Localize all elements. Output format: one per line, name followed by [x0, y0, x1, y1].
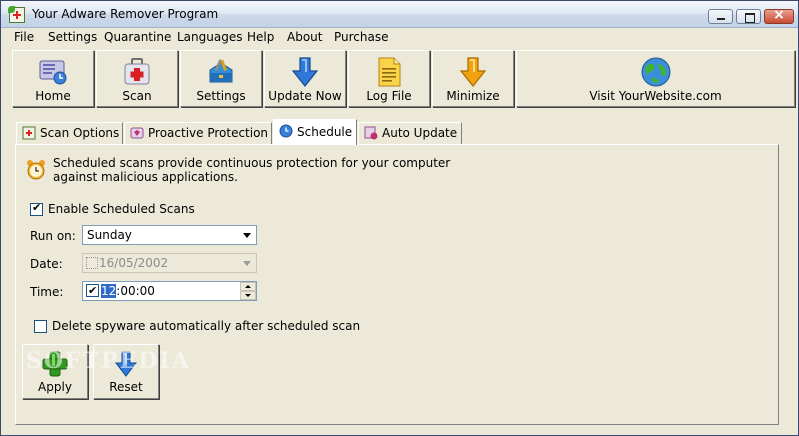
calendar-dropdown-icon[interactable] — [239, 255, 255, 271]
chevron-down-icon[interactable] — [239, 227, 255, 243]
menu-languages[interactable]: Languages — [175, 29, 244, 46]
maximize-window-button[interactable] — [736, 9, 761, 24]
minimize-arrow-icon — [459, 57, 487, 87]
log-file-button[interactable]: Log File — [348, 50, 430, 107]
app-icon — [8, 6, 25, 23]
reset-button[interactable]: Reset — [93, 344, 159, 399]
menu-help[interactable]: Help — [245, 29, 276, 46]
toolbar: Home Scan Settings Update Now Log File M… — [1, 48, 798, 109]
log-file-label: Log File — [366, 89, 412, 103]
tab-auto-update[interactable]: Auto Update — [358, 122, 462, 144]
enable-scheduled-scans-checkbox[interactable] — [30, 201, 43, 216]
globe-icon — [641, 57, 670, 87]
reset-arrow-icon — [114, 351, 138, 377]
close-window-button[interactable] — [764, 7, 794, 24]
tab-scan-options-label: Scan Options — [40, 126, 120, 140]
time-spinner[interactable] — [240, 282, 256, 300]
document-icon — [378, 57, 401, 87]
visit-website-label: Visit YourWebsite.com — [589, 89, 722, 103]
time-checkbox[interactable] — [86, 282, 99, 300]
menu-file[interactable]: File — [12, 29, 36, 46]
reset-label: Reset — [109, 380, 143, 394]
home-label: Home — [35, 89, 71, 103]
delete-spyware-label: Delete spyware automatically after sched… — [52, 319, 361, 333]
apply-button[interactable]: Apply — [22, 344, 88, 399]
update-now-label: Update Now — [268, 89, 342, 103]
time-label: Time: — [30, 285, 64, 299]
schedule-description: Scheduled scans provide continuous prote… — [53, 156, 553, 184]
window-title: Your Adware Remover Program — [32, 7, 219, 21]
date-picker[interactable]: 16/05/2002 — [82, 253, 257, 273]
menu-quarantine[interactable]: Quarantine — [102, 29, 173, 46]
minimize-window-button[interactable] — [708, 9, 733, 24]
download-arrow-icon — [291, 57, 319, 87]
scan-options-icon — [22, 126, 36, 140]
time-minutes-seconds[interactable]: :00:00 — [116, 284, 155, 298]
toolbox-icon — [209, 59, 233, 83]
settings-button[interactable]: Settings — [180, 50, 262, 107]
settings-label: Settings — [196, 89, 246, 103]
tab-proactive-protection[interactable]: Proactive Protection — [124, 122, 272, 144]
scan-button[interactable]: Scan — [96, 50, 178, 107]
apply-label: Apply — [38, 380, 72, 394]
home-button[interactable]: Home — [12, 50, 94, 107]
title-bar[interactable]: Your Adware Remover Program — [1, 1, 798, 28]
minimize-button[interactable]: Minimize — [432, 50, 514, 107]
tab-scan-options[interactable]: Scan Options — [16, 122, 123, 144]
schedule-description-line-1: Scheduled scans provide continuous prote… — [53, 156, 451, 170]
tab-auto-update-label: Auto Update — [382, 126, 458, 140]
time-picker[interactable]: 12:00:00 — [82, 281, 257, 301]
menu-bar: File Settings Quarantine Languages Help … — [1, 28, 798, 47]
minimize-icon — [709, 10, 732, 23]
close-icon — [765, 7, 793, 23]
auto-update-icon — [364, 126, 378, 140]
tab-strip: Scan Options Proactive Protection Schedu… — [1, 119, 798, 145]
scan-label: Scan — [122, 89, 152, 103]
menu-about[interactable]: About — [285, 29, 324, 46]
run-on-value: Sunday — [87, 228, 132, 242]
app-window: Your Adware Remover Program File Setting… — [0, 0, 799, 436]
delete-spyware-checkbox[interactable] — [34, 320, 47, 333]
date-label: Date: — [30, 257, 63, 271]
menu-purchase[interactable]: Purchase — [332, 29, 391, 46]
clock-icon — [279, 124, 293, 138]
alarm-clock-icon — [27, 160, 45, 180]
spin-down-icon[interactable] — [240, 291, 256, 300]
schedule-description-line-2: against malicious applications. — [53, 170, 238, 184]
run-on-select[interactable]: Sunday — [82, 225, 257, 245]
menu-settings[interactable]: Settings — [46, 29, 99, 46]
tab-schedule-label: Schedule — [297, 125, 353, 139]
maximize-icon — [737, 10, 760, 23]
time-hour[interactable]: 12 — [101, 284, 117, 298]
minimize-label: Minimize — [446, 89, 500, 103]
shield-icon — [130, 127, 144, 139]
spin-up-icon[interactable] — [240, 282, 256, 291]
schedule-panel: Scheduled scans provide continuous prote… — [15, 144, 779, 425]
update-now-button[interactable]: Update Now — [264, 50, 346, 107]
tab-proactive-label: Proactive Protection — [148, 126, 269, 140]
first-aid-kit-icon — [124, 58, 150, 85]
home-icon — [39, 60, 67, 85]
date-value: 16/05/2002 — [99, 256, 169, 270]
date-checkbox[interactable] — [86, 257, 98, 269]
run-on-label: Run on: — [30, 229, 76, 243]
tab-schedule[interactable]: Schedule — [273, 119, 357, 145]
enable-scheduled-scans-label: Enable Scheduled Scans — [48, 202, 195, 216]
plus-icon — [42, 351, 68, 377]
visit-website-button[interactable]: Visit YourWebsite.com — [516, 50, 795, 107]
